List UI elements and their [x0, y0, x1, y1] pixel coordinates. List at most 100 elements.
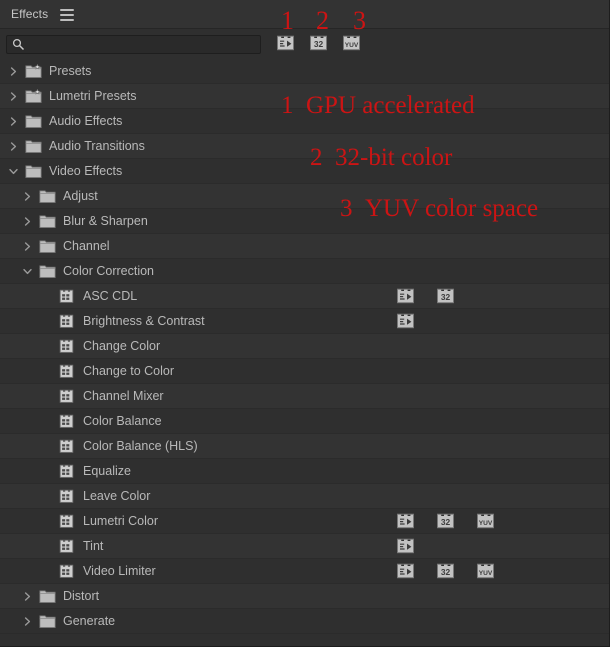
item-label: Generate	[63, 614, 116, 628]
effect-list-item[interactable]: Change to Color	[0, 359, 609, 384]
effect-list-item[interactable]: Color Balance (HLS)	[0, 434, 609, 459]
chevron-right-icon[interactable]	[8, 141, 19, 152]
tree-folder-item[interactable]: Generate	[0, 609, 609, 634]
gpu-accelerated-badge-icon	[396, 313, 415, 329]
effect-icon	[59, 564, 76, 579]
filter-button-group: 32 YUV	[276, 35, 361, 51]
32-bit-color-badge-icon: 32	[436, 513, 455, 529]
32-bit-color-filter-button[interactable]: 32	[309, 35, 328, 51]
chevron-right-icon[interactable]	[8, 66, 19, 77]
chevron-right-icon[interactable]	[22, 191, 33, 202]
tree-folder-item[interactable]: Adjust	[0, 184, 609, 209]
hamburger-menu-icon[interactable]	[60, 8, 75, 21]
item-label: Color Balance	[83, 414, 162, 428]
tree-folder-item[interactable]: Channel	[0, 234, 609, 259]
folder-icon	[25, 139, 42, 154]
chevron-down-icon[interactable]	[8, 166, 19, 177]
folder-icon	[39, 614, 56, 629]
folder-icon	[39, 589, 56, 604]
chevron-down-icon[interactable]	[22, 266, 33, 277]
item-label: Video Limiter	[83, 564, 156, 578]
effect-list-item[interactable]: Color Balance	[0, 409, 609, 434]
tree-folder-item[interactable]: Presets	[0, 59, 609, 84]
gpu-accelerated-badge-icon	[396, 563, 415, 579]
item-label: Change Color	[83, 339, 161, 353]
folder-icon	[39, 214, 56, 229]
effect-icon	[59, 314, 76, 329]
effect-icon	[59, 339, 76, 354]
effect-list-item[interactable]: Brightness & Contrast	[0, 309, 609, 334]
item-label: ASC CDL	[83, 289, 138, 303]
item-label: Tint	[83, 539, 104, 553]
item-label: Lumetri Presets	[49, 89, 137, 103]
svg-text:32: 32	[314, 39, 324, 49]
gpu-accelerated-badge-icon	[396, 538, 415, 554]
item-label: Audio Transitions	[49, 139, 145, 153]
yuv-color-space-filter-button[interactable]: YUV	[342, 35, 361, 51]
effect-icon	[59, 364, 76, 379]
gpu-accelerated-badge-icon	[396, 288, 415, 304]
svg-text:YUV: YUV	[345, 42, 359, 49]
item-label: Video Effects	[49, 164, 123, 178]
effects-panel: Effects 32 YUV Presets Lumetri Presets A…	[0, 0, 610, 647]
item-label: Equalize	[83, 464, 131, 478]
svg-text:YUV: YUV	[479, 570, 493, 577]
preset-folder-icon	[25, 63, 42, 79]
panel-header: Effects	[0, 0, 609, 29]
gpu-accelerated-badge-icon	[396, 513, 415, 529]
item-label: Presets	[49, 64, 92, 78]
item-label: Audio Effects	[49, 114, 123, 128]
preset-folder-icon	[25, 88, 42, 104]
search-box[interactable]	[6, 34, 261, 54]
effect-list-item[interactable]: Lumetri Color 32 YUV	[0, 509, 609, 534]
effects-tree[interactable]: Presets Lumetri Presets Audio Effects Audio…	[0, 59, 609, 646]
item-label: Change to Color	[83, 364, 175, 378]
effect-list-item[interactable]: Leave Color	[0, 484, 609, 509]
tree-folder-item[interactable]: Lumetri Presets	[0, 84, 609, 109]
search-row: 32 YUV	[0, 29, 609, 59]
effect-icon	[59, 489, 76, 504]
effect-icon	[59, 464, 76, 479]
effect-icon	[59, 289, 76, 304]
chevron-right-icon[interactable]	[22, 241, 33, 252]
chevron-right-icon[interactable]	[22, 216, 33, 227]
effect-list-item[interactable]: Tint	[0, 534, 609, 559]
effect-list-item[interactable]: ASC CDL 32	[0, 284, 609, 309]
effect-list-item[interactable]: Equalize	[0, 459, 609, 484]
effect-list-item[interactable]: Channel Mixer	[0, 384, 609, 409]
chevron-right-icon[interactable]	[22, 616, 33, 627]
tree-folder-item[interactable]: Blur & Sharpen	[0, 209, 609, 234]
tree-folder-item[interactable]: Distort	[0, 584, 609, 609]
page-title: Effects	[11, 7, 49, 21]
tree-folder-item[interactable]: Audio Transitions	[0, 134, 609, 159]
search-icon	[12, 38, 25, 51]
gpu-accelerated-filter-button[interactable]	[276, 35, 295, 51]
folder-icon	[39, 264, 56, 279]
tree-folder-item[interactable]: Audio Effects	[0, 109, 609, 134]
item-label: Distort	[63, 589, 100, 603]
chevron-right-icon[interactable]	[22, 591, 33, 602]
effect-icon	[59, 389, 76, 404]
effect-icon	[59, 439, 76, 454]
tree-folder-item[interactable]: Color Correction	[0, 259, 609, 284]
item-label: Channel	[63, 239, 110, 253]
svg-text:YUV: YUV	[479, 520, 493, 527]
effect-list-item[interactable]: Change Color	[0, 334, 609, 359]
search-input[interactable]	[25, 36, 240, 52]
tree-folder-item[interactable]: Video Effects	[0, 159, 609, 184]
item-label: Color Correction	[63, 264, 155, 278]
folder-icon	[25, 164, 42, 179]
chevron-right-icon[interactable]	[8, 116, 19, 127]
chevron-right-icon[interactable]	[8, 91, 19, 102]
effect-list-item[interactable]: Video Limiter 32 YUV	[0, 559, 609, 584]
